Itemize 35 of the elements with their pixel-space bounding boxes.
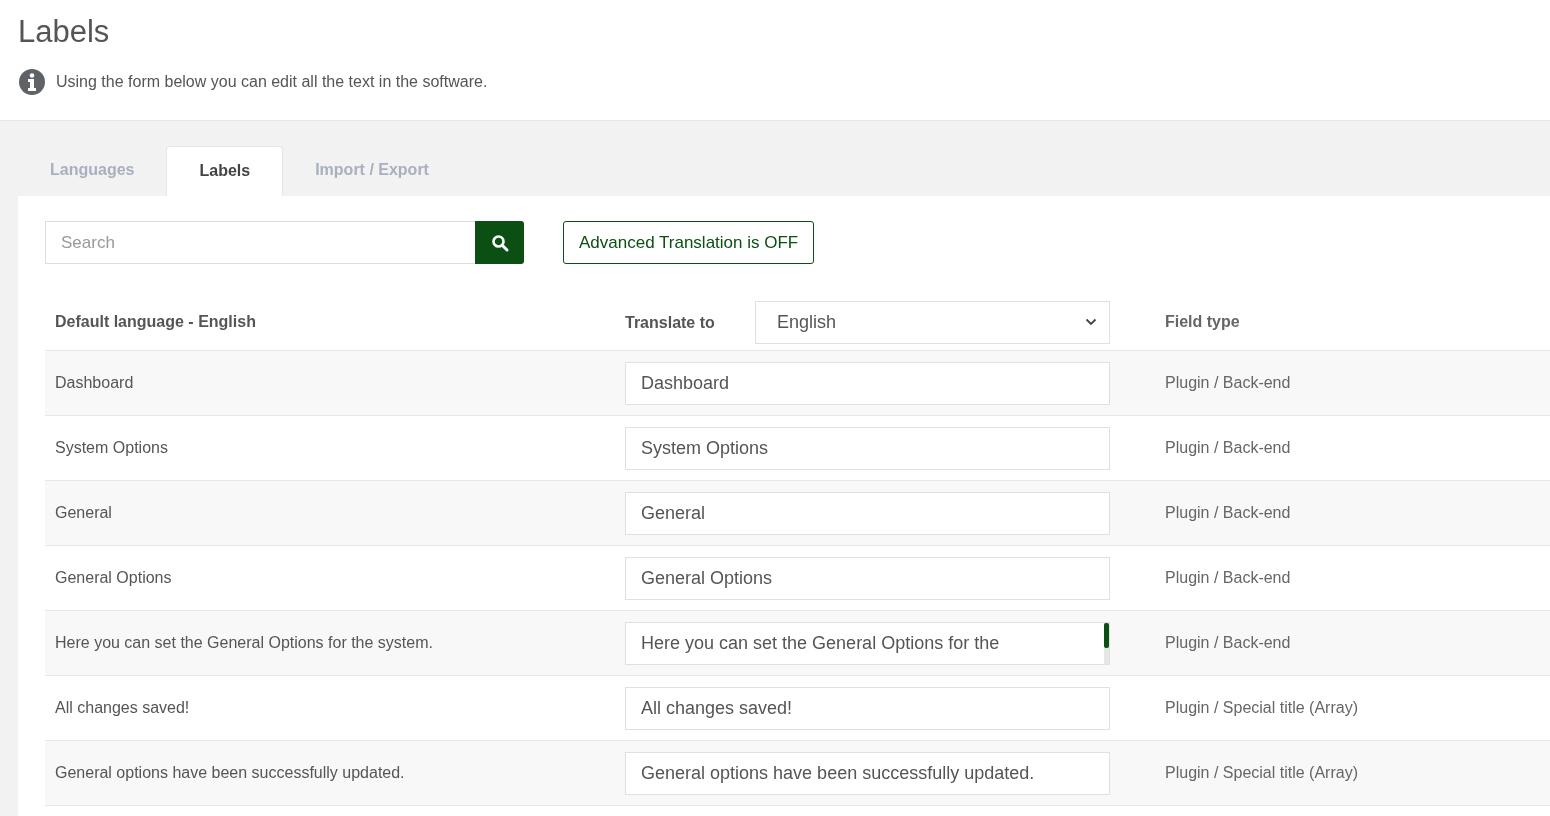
translation-field[interactable]: System Options [625, 426, 1110, 470]
field-type: Plugin / Back-end [1165, 439, 1291, 456]
default-text: All changes saved! [55, 699, 190, 716]
search-field[interactable]: Search [45, 221, 475, 264]
translation-field[interactable]: Here you can set the General Options for the [625, 621, 1110, 665]
chevron-down-icon [1085, 318, 1097, 326]
tab[interactable]: Labels [166, 146, 284, 196]
search-button[interactable] [475, 221, 524, 264]
field-type: Plugin / Special title (Array) [1165, 764, 1358, 781]
info-text: Using the form below you can edit all the text in the software. [56, 73, 488, 91]
column-header: Field type [1165, 313, 1240, 330]
page-title: Labels [18, 13, 111, 51]
field-type: Plugin / Special title (Array) [1165, 699, 1358, 716]
advanced-translation-button[interactable]: Advanced Translation is OFF [563, 221, 815, 264]
default-text: General options have been successfully updated. [55, 764, 405, 781]
translation-field[interactable]: General [625, 491, 1110, 535]
translation-field[interactable]: All changes saved! [625, 686, 1110, 730]
default-text: Dashboard [55, 374, 134, 391]
column-header: Translate to [625, 312, 715, 333]
language-select[interactable]: English [755, 300, 1110, 344]
info-icon [18, 68, 46, 96]
scrollbar[interactable] [1104, 622, 1109, 664]
translation-field[interactable]: Dashboard [625, 361, 1110, 405]
column-header: Default language - English [55, 313, 256, 330]
search-icon [490, 233, 509, 252]
translation-field[interactable]: General Options [625, 556, 1110, 600]
field-type: Plugin / Back-end [1165, 374, 1291, 391]
translation-field[interactable]: General options have been successfully updated. [625, 751, 1110, 795]
field-type: Plugin / Back-end [1165, 634, 1291, 651]
default-text: System Options [55, 439, 168, 456]
field-type: Plugin / Back-end [1165, 569, 1291, 586]
default-text: General Options [55, 569, 172, 586]
field-type: Plugin / Back-end [1165, 504, 1291, 521]
default-text: General [55, 504, 112, 521]
default-text: Here you can set the General Options for the system. [55, 634, 433, 651]
